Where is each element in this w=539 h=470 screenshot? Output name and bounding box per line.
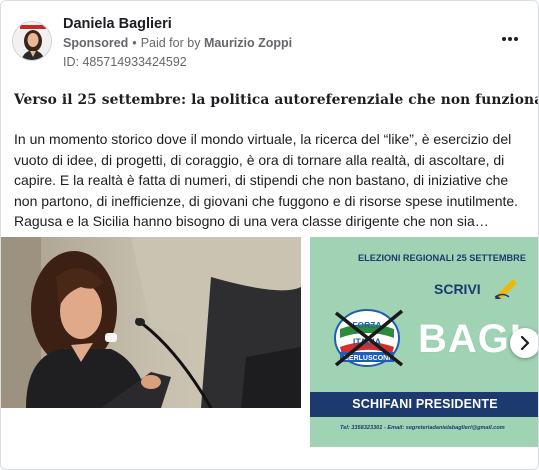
carousel-photo[interactable] bbox=[1, 237, 301, 408]
post-title: Verso il 25 settembre: la politica autor… bbox=[14, 92, 539, 108]
body-line: capire. E la realtà è fatta di numeri, d… bbox=[14, 172, 509, 188]
sponsored-label: Sponsored bbox=[63, 36, 129, 50]
post-body: In un momento storico dove il mondo virt… bbox=[14, 129, 534, 232]
more-horizontal-icon bbox=[502, 37, 518, 41]
logo-word-berlusconi: BERLUSCONI bbox=[344, 355, 390, 362]
body-line: In un momento storico dove il mondo virt… bbox=[14, 131, 512, 147]
carousel-next-button[interactable] bbox=[510, 328, 538, 358]
banner-call-to-action: SCRIVI bbox=[434, 281, 481, 297]
more-options-button[interactable] bbox=[496, 27, 524, 51]
body-line: non partono, di inefficienze, di giovani… bbox=[14, 192, 519, 209]
advertiser-name[interactable]: Daniela Baglieri bbox=[63, 16, 172, 32]
body-line: vuoto di idee, di progetti, di coraggio,… bbox=[14, 151, 505, 168]
advertiser-avatar[interactable] bbox=[12, 21, 52, 61]
candidate-photo bbox=[1, 237, 301, 408]
campaign-banner[interactable]: ELEZIONI REGIONALI 25 SETTEMBRE SCRIVI F… bbox=[310, 237, 538, 447]
banner-headline: ELEZIONI REGIONALI 25 SETTEMBRE bbox=[358, 253, 526, 263]
paid-for-prefix: Paid for by bbox=[140, 36, 201, 50]
payer-name[interactable]: Maurizio Zoppi bbox=[204, 36, 292, 50]
ad-id: ID: 485714933424592 bbox=[63, 55, 187, 69]
avatar-portrait-image bbox=[13, 22, 51, 60]
post-header: Daniela Baglieri Sponsored • Paid for by M… bbox=[12, 13, 532, 73]
pen-writing-icon bbox=[494, 279, 517, 299]
banner-president-line: SCHIFANI PRESIDENTE bbox=[310, 392, 538, 417]
forza-italia-logo: FORZA ITALIA BERLUSCONI bbox=[334, 309, 404, 367]
banner-contacts: Tel: 3358323301 - Email: segreteriadanie… bbox=[340, 425, 505, 431]
body-line: Ragusa e la Sicilia hanno bisogno di una… bbox=[14, 213, 489, 229]
chevron-right-icon bbox=[520, 336, 530, 350]
sponsored-meta: Sponsored • Paid for by Maurizio Zoppi bbox=[63, 36, 292, 50]
meta-separator: • bbox=[132, 36, 137, 50]
media-carousel: ELEZIONI REGIONALI 25 SETTEMBRE SCRIVI F… bbox=[1, 237, 538, 449]
ad-card: Daniela Baglieri Sponsored • Paid for by M… bbox=[0, 0, 539, 470]
